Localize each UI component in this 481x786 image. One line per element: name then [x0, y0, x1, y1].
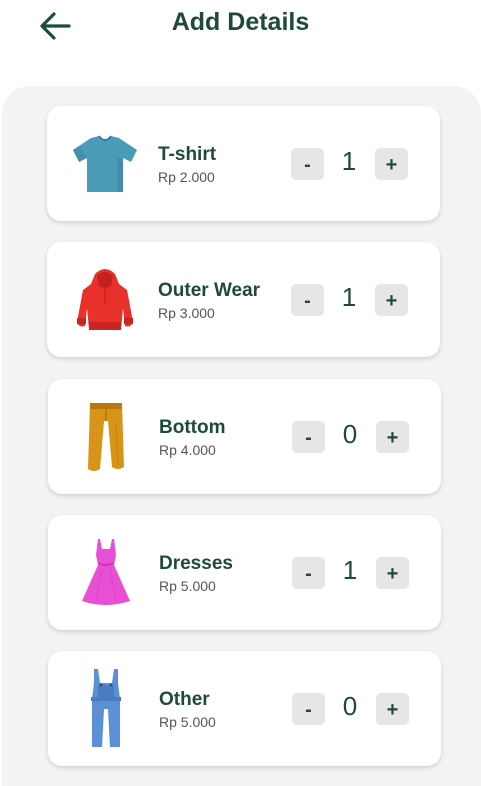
- increase-quantity-button[interactable]: +: [376, 557, 409, 589]
- item-card-outer-wear: Outer Wear Rp 3.000 - 1 +: [47, 242, 440, 357]
- hoodie-icon: [69, 264, 141, 336]
- item-name: Bottom: [159, 417, 226, 438]
- pants-icon: [70, 401, 142, 473]
- decrease-quantity-button[interactable]: -: [291, 284, 324, 316]
- increase-quantity-button[interactable]: +: [376, 421, 409, 453]
- item-name: Dresses: [159, 553, 233, 574]
- item-price: Rp 3.000: [158, 305, 215, 321]
- quantity-value: 1: [342, 555, 358, 585]
- quantity-value: 0: [342, 691, 358, 721]
- quantity-value: 1: [341, 146, 357, 176]
- decrease-quantity-button[interactable]: -: [292, 421, 325, 453]
- item-card-other: Other Rp 5.000 - 0 +: [48, 651, 441, 766]
- dress-icon: [70, 537, 142, 609]
- item-card-tshirt: T-shirt Rp 2.000 - 1 +: [47, 106, 440, 221]
- quantity-value: 0: [342, 419, 358, 449]
- item-name: Other: [159, 689, 210, 710]
- item-card-dresses: Dresses Rp 5.000 - 1 +: [48, 515, 441, 630]
- item-name: Outer Wear: [158, 280, 261, 301]
- quantity-value: 1: [341, 282, 357, 312]
- item-name: T-shirt: [158, 144, 217, 165]
- increase-quantity-button[interactable]: +: [375, 148, 408, 180]
- decrease-quantity-button[interactable]: -: [292, 557, 325, 589]
- item-price: Rp 2.000: [158, 169, 215, 185]
- page-title: Add Details: [171, 8, 310, 36]
- decrease-quantity-button[interactable]: -: [292, 693, 325, 725]
- item-price: Rp 5.000: [159, 578, 216, 594]
- app-header: Add Details: [0, 0, 481, 86]
- overalls-icon: [70, 669, 142, 749]
- item-price: Rp 5.000: [159, 714, 216, 730]
- increase-quantity-button[interactable]: +: [375, 284, 408, 316]
- item-card-bottom: Bottom Rp 4.000 - 0 +: [48, 379, 441, 494]
- decrease-quantity-button[interactable]: -: [291, 148, 324, 180]
- item-price: Rp 4.000: [159, 442, 216, 458]
- tshirt-icon: [69, 128, 141, 200]
- increase-quantity-button[interactable]: +: [376, 693, 409, 725]
